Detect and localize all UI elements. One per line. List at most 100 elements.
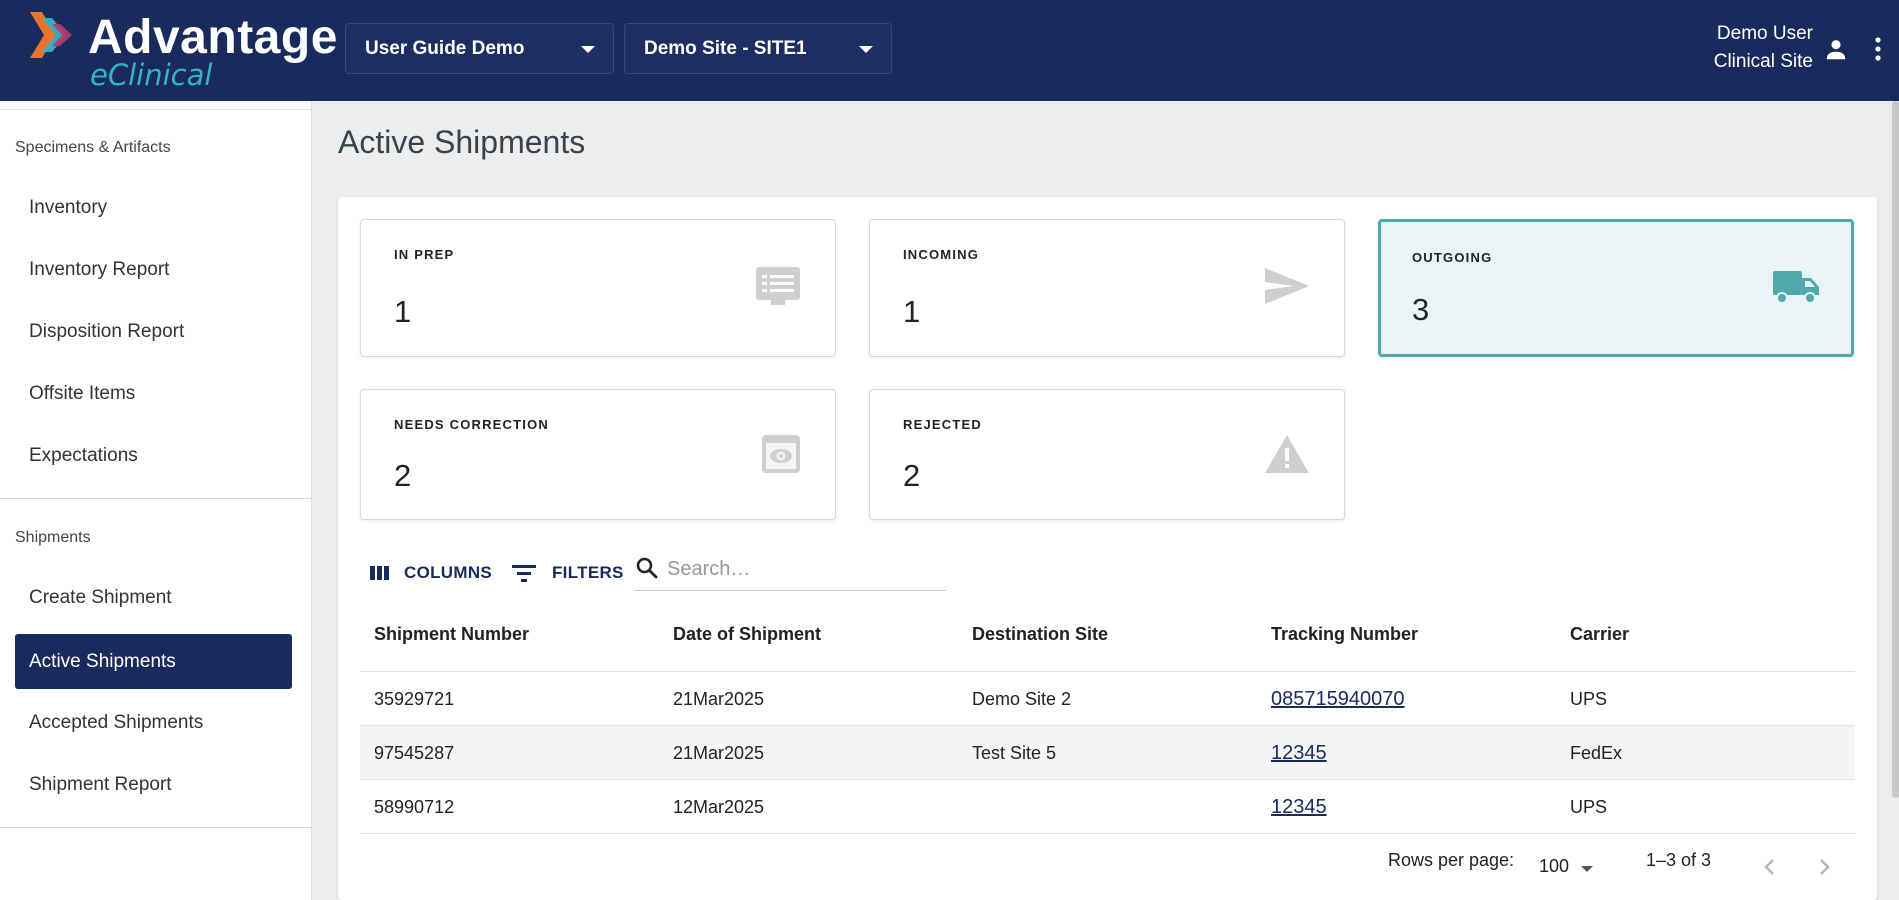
cell-carrier: UPS (1570, 797, 1608, 817)
sidebar-item-label: Expectations (29, 444, 138, 466)
sidebar-item-label: Shipment Report (29, 773, 172, 795)
send-icon (1265, 268, 1309, 304)
sidebar-item-label: Accepted Shipments (29, 711, 204, 733)
card-label: IN PREP (394, 247, 455, 262)
logo-chevron-icon (30, 12, 72, 58)
chevron-down-icon (859, 46, 873, 53)
status-card-rejected[interactable]: REJECTED 2 (869, 389, 1345, 520)
sidebar-item-create-shipment[interactable]: Create Shipment (15, 570, 292, 625)
status-card-incoming[interactable]: INCOMING 1 (869, 219, 1345, 357)
sidebar-item-disposition-report[interactable]: Disposition Report (15, 304, 292, 359)
chevron-down-icon[interactable] (1581, 866, 1593, 872)
divider (0, 498, 312, 499)
user-role: Clinical Site (1713, 51, 1813, 72)
cell-date: 21Mar2025 (673, 689, 765, 709)
sidebar-item-label: Offsite Items (29, 382, 136, 404)
sidebar-item-label: Disposition Report (29, 320, 185, 342)
table-header: Shipment Number Date of Shipment Destina… (360, 604, 1855, 672)
pagination-range: 1–3 of 3 (1646, 850, 1712, 870)
more-vert-icon[interactable] (1871, 36, 1885, 62)
divider (0, 109, 312, 110)
user-name: Demo User (1716, 23, 1813, 44)
sidebar-item-inventory[interactable]: Inventory (15, 180, 292, 235)
column-header-carrier[interactable]: Carrier (1570, 604, 1629, 672)
person-icon[interactable] (1823, 36, 1849, 62)
sidebar-section-specimens: Specimens & Artifacts (15, 139, 171, 156)
status-card-needs-correction[interactable]: NEEDS CORRECTION 2 (360, 389, 836, 520)
card-count: 2 (903, 458, 921, 493)
search-icon (636, 557, 658, 579)
site-select-value: Demo Site - SITE1 (644, 37, 807, 59)
tracking-link[interactable]: 12345 (1271, 726, 1327, 780)
status-card-outgoing[interactable]: OUTGOING 3 (1378, 219, 1854, 357)
cell-shipment-number: 35929721 (374, 689, 455, 709)
filters-label: FILTERS (552, 563, 624, 582)
page-title: Active Shipments (338, 124, 586, 160)
sidebar-item-inventory-report[interactable]: Inventory Report (15, 242, 292, 297)
scrollbar[interactable] (1892, 101, 1899, 798)
study-select[interactable]: User Guide Demo (345, 23, 614, 74)
search-input[interactable] (667, 554, 937, 584)
sidebar: Specimens & Artifacts Inventory Inventor… (0, 101, 312, 900)
sidebar-item-shipment-report[interactable]: Shipment Report (15, 757, 292, 812)
filter-list-icon (512, 565, 536, 582)
table-row[interactable]: 58990712 12Mar2025 12345 UPS (360, 780, 1855, 834)
cell-carrier: UPS (1570, 689, 1608, 709)
sidebar-item-label: Inventory Report (29, 258, 170, 280)
columns-button[interactable]: COLUMNS (370, 558, 492, 588)
status-card-in-prep[interactable]: IN PREP 1 (360, 219, 836, 357)
search-field[interactable] (634, 549, 946, 591)
chevron-down-icon (581, 46, 595, 53)
rows-per-page-select[interactable]: 100 (1539, 856, 1569, 877)
preview-eye-icon (762, 435, 800, 473)
cell-carrier: FedEx (1570, 743, 1623, 763)
card-label: INCOMING (903, 247, 980, 262)
tracking-link[interactable]: 085715940070 (1271, 672, 1404, 726)
card-count: 1 (903, 294, 921, 329)
logo[interactable]: Advantage eClinical (30, 10, 337, 92)
table-row[interactable]: 35929721 21Mar2025 Demo Site 2 085715940… (360, 672, 1855, 726)
shipments-table: Shipment Number Date of Shipment Destina… (360, 604, 1855, 834)
filters-button[interactable]: FILTERS (512, 558, 624, 588)
sidebar-item-label: Create Shipment (29, 586, 172, 608)
card-count: 1 (394, 294, 412, 329)
sidebar-item-label: Inventory (29, 196, 108, 218)
list-icon (756, 267, 800, 305)
sidebar-item-active-shipments[interactable]: Active Shipments (15, 634, 292, 689)
app-header: Advantage eClinical User Guide Demo Demo… (0, 0, 1899, 101)
truck-icon (1773, 271, 1819, 304)
column-header-tracking-number[interactable]: Tracking Number (1271, 604, 1418, 672)
card-label: OUTGOING (1412, 250, 1493, 265)
user-info: Demo User Clinical Site (1714, 20, 1813, 76)
rows-per-page-label: Rows per page: (1388, 850, 1515, 870)
warning-icon (1265, 435, 1309, 473)
cell-shipment-number: 97545287 (374, 743, 455, 763)
table-row[interactable]: 97545287 21Mar2025 Test Site 5 12345 Fed… (360, 726, 1855, 780)
columns-label: COLUMNS (404, 563, 493, 582)
sidebar-item-offsite-items[interactable]: Offsite Items (15, 366, 292, 421)
sidebar-item-label: Active Shipments (29, 650, 176, 672)
tracking-link[interactable]: 12345 (1271, 780, 1327, 834)
study-select-value: User Guide Demo (365, 37, 525, 59)
chevron-right-icon[interactable] (1816, 855, 1832, 879)
logo-subtitle: eClinical (90, 58, 213, 92)
column-header-shipment-number[interactable]: Shipment Number (374, 604, 529, 672)
sidebar-item-expectations[interactable]: Expectations (15, 428, 292, 483)
chevron-left-icon[interactable] (1762, 855, 1778, 879)
cell-date: 12Mar2025 (673, 797, 765, 817)
cell-date: 21Mar2025 (673, 743, 765, 763)
column-header-date-of-shipment[interactable]: Date of Shipment (673, 604, 821, 672)
card-label: NEEDS CORRECTION (394, 417, 549, 432)
cell-destination: Demo Site 2 (972, 689, 1072, 709)
cell-destination: Test Site 5 (972, 743, 1057, 763)
view-column-icon (370, 566, 389, 580)
sidebar-section-shipments: Shipments (15, 529, 91, 546)
cell-shipment-number: 58990712 (374, 797, 455, 817)
card-label: REJECTED (903, 417, 982, 432)
column-header-destination-site[interactable]: Destination Site (972, 604, 1108, 672)
card-count: 2 (394, 458, 412, 493)
site-select[interactable]: Demo Site - SITE1 (624, 23, 892, 74)
divider (0, 827, 312, 828)
sidebar-item-accepted-shipments[interactable]: Accepted Shipments (15, 695, 292, 750)
card-count: 3 (1412, 292, 1430, 327)
